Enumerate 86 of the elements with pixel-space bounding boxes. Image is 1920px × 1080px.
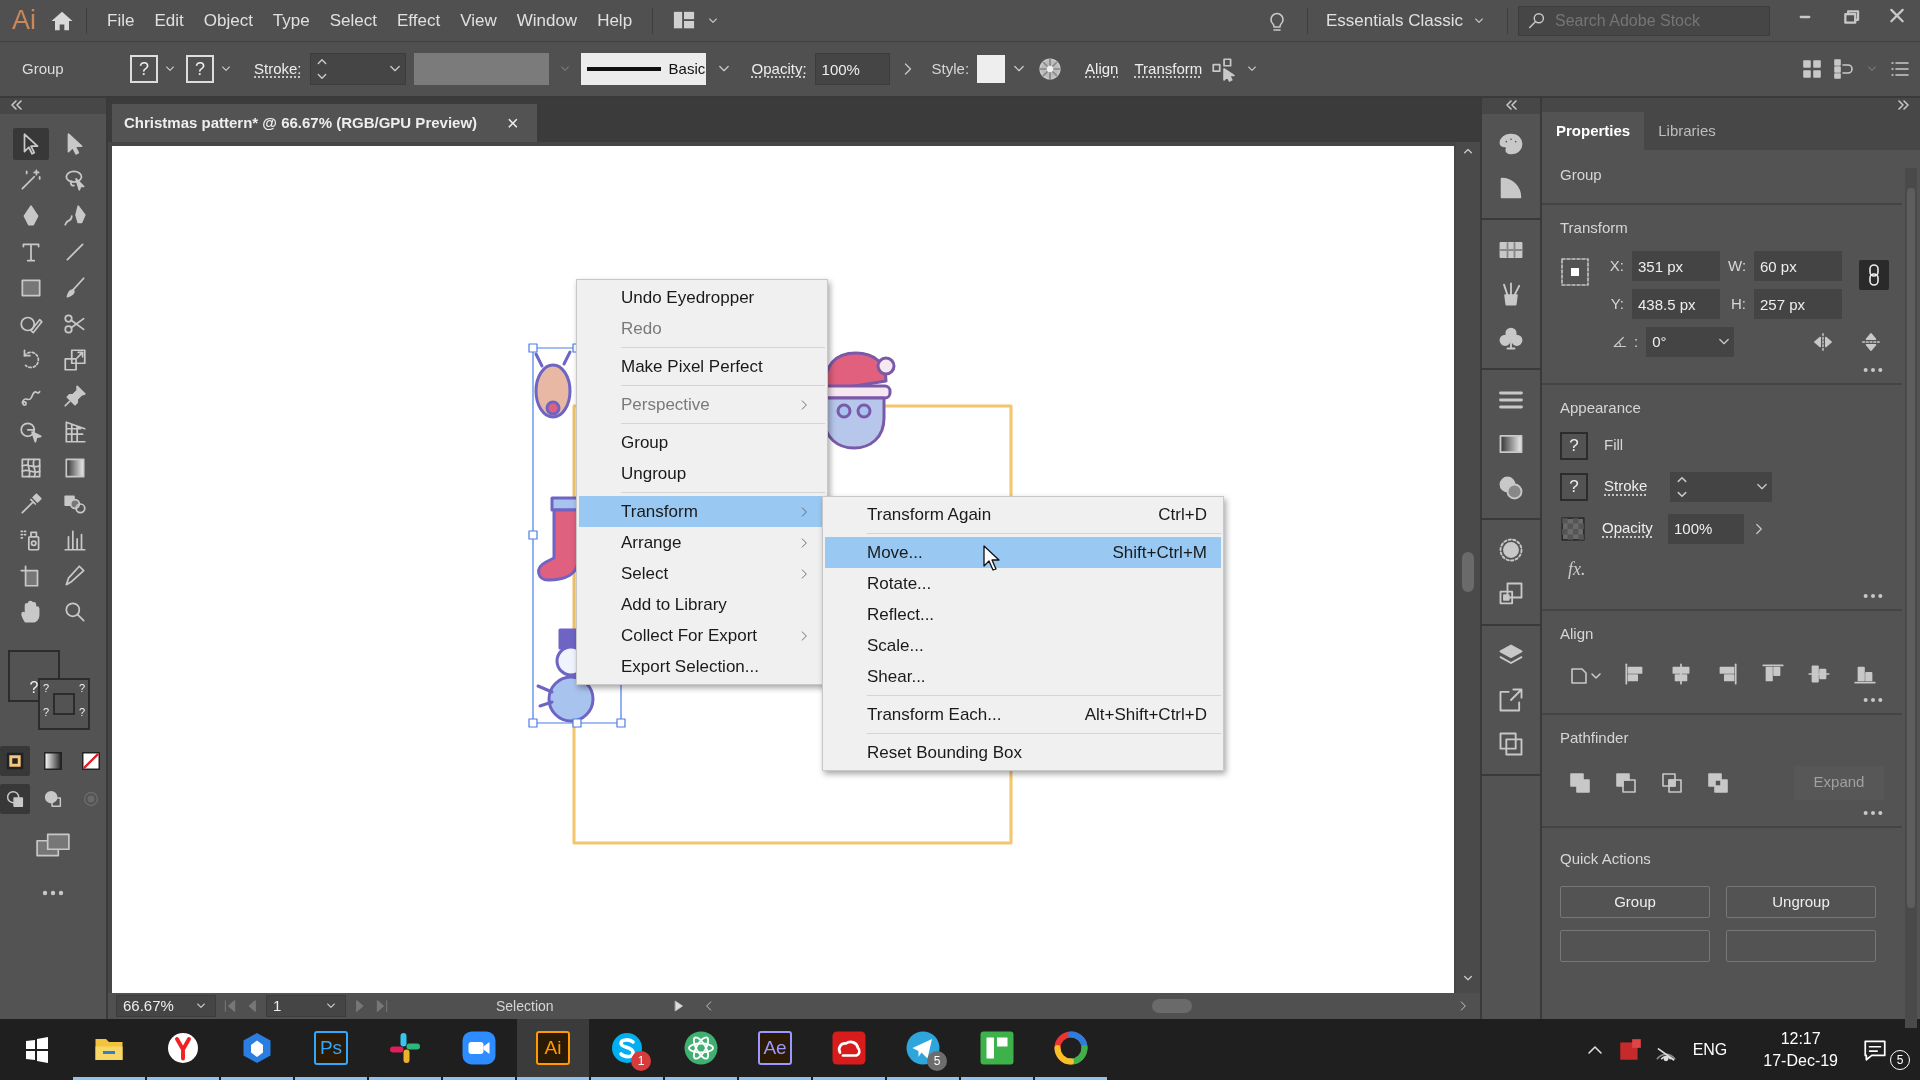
clock-time: 12:17 (1780, 1028, 1821, 1049)
field-label: H: (1730, 293, 1746, 314)
panel-link[interactable]: Opacity (1602, 517, 1652, 540)
menu-item[interactable]: Object (193, 7, 263, 34)
menu-item[interactable]: Type (262, 7, 320, 34)
panel-link[interactable]: Stroke (1604, 475, 1654, 498)
menu-item[interactable]: Arrange (579, 527, 825, 558)
opacity-label[interactable]: Opacity: (751, 57, 807, 81)
menu-item[interactable]: Add to Library (579, 589, 825, 620)
field-label: Y: (1609, 293, 1624, 314)
brush-definition-dropdown[interactable]: Basic (580, 53, 706, 85)
rotation-dropdown[interactable]: 0° (1646, 327, 1735, 357)
selection-type-label: Group (22, 58, 65, 79)
transform-field[interactable]: 257 px (1754, 289, 1842, 319)
app-logo: Ps (314, 1031, 348, 1065)
app-logo: Ae (758, 1031, 792, 1065)
menu-item[interactable]: Reset Bounding Box (825, 737, 1221, 768)
menu-item[interactable]: Shear... (825, 661, 1221, 692)
document-title: Christmas pattern* @ 66.67% (RGB/GPU Preview) (124, 112, 478, 133)
section-heading: Pathfinder (1560, 728, 1630, 748)
menu-item[interactable]: Scale... (825, 630, 1221, 661)
fill-stroke-widget[interactable]: ? ? ? ? ? (8, 650, 98, 736)
section-heading: Align (1560, 623, 1595, 644)
menu-item[interactable]: Group (579, 427, 825, 458)
transform-link[interactable]: Transform (1134, 57, 1203, 81)
input-language[interactable]: ENG (1692, 1037, 1728, 1062)
menu-item[interactable]: Edit (144, 7, 194, 34)
close-tab-button[interactable]: × (501, 107, 525, 139)
panel-tab[interactable]: Properties (1542, 112, 1645, 150)
swatch-button[interactable]: ? (1560, 431, 1588, 460)
menu-item[interactable]: Select (319, 7, 387, 34)
field-label: Fill (1604, 435, 1625, 456)
menu-item[interactable]: Effect (386, 7, 451, 34)
opacity-field[interactable]: 100% (1668, 513, 1744, 544)
taskbar-app-button[interactable]: Ps (295, 1019, 367, 1080)
zoom-field[interactable]: 66.67% (116, 995, 216, 1017)
app-logo: Ai (11, 4, 37, 38)
section-heading: Transform (1560, 217, 1629, 238)
menu-item[interactable]: Undo Eyedropper (579, 282, 825, 313)
selection-type-label: Group (1560, 165, 1603, 185)
style-label: Style: (931, 58, 970, 79)
app-logo: Ai (536, 1031, 570, 1065)
menu-item[interactable]: Collect For Export (579, 620, 825, 651)
swatch-button[interactable]: ? (1560, 472, 1588, 501)
opacity-field[interactable]: 100% (814, 53, 890, 85)
menu-item[interactable]: Window (506, 7, 588, 34)
effects-button[interactable]: fx. (1560, 555, 1594, 583)
menu-item[interactable]: File (97, 7, 145, 34)
notification-badge: 5 (1890, 1050, 1910, 1070)
clock-date: 17-Dec-19 (1763, 1050, 1838, 1071)
taskbar-app-button[interactable]: Ae (739, 1019, 811, 1080)
menu-item[interactable]: Make Pixel Perfect (579, 351, 825, 382)
menu-item[interactable]: Export Selection... (579, 651, 825, 682)
section-heading: Quick Actions (1560, 848, 1652, 869)
workspace-switcher[interactable]: Essentials Classic (1326, 7, 1487, 34)
field-label: X: (1608, 255, 1624, 276)
menu-item[interactable]: Transform Again Ctrl+D (825, 499, 1221, 530)
document-tab[interactable]: Christmas pattern* @ 66.67% (RGB/GPU Preview) × (112, 104, 537, 142)
transform-field[interactable]: 60 px (1754, 251, 1842, 281)
notification-badge: 5 (927, 1051, 947, 1071)
menu-item[interactable]: Rotate... (825, 568, 1221, 599)
field-label: W: (1728, 255, 1746, 276)
taskbar-app-button[interactable]: 5 (887, 1019, 959, 1080)
panel-tab[interactable]: Libraries (1644, 112, 1730, 150)
taskbar-app-button[interactable]: Ai (517, 1019, 589, 1080)
menu-item[interactable]: Transform (579, 496, 825, 527)
notification-badge: 1 (631, 1051, 651, 1071)
menu-item[interactable]: Ungroup (579, 458, 825, 489)
menu-item[interactable]: Transform Each... Alt+Shift+Ctrl+D (825, 699, 1221, 730)
transform-field[interactable]: 351 px (1632, 251, 1720, 281)
action-center-button[interactable]: 5 (1856, 1019, 1920, 1080)
quick-action-button[interactable]: Ungroup (1726, 886, 1876, 918)
angle-label: : (1634, 331, 1639, 352)
taskbar-app-button[interactable]: 1 (591, 1019, 663, 1080)
align-link[interactable]: Align (1085, 57, 1119, 81)
transform-field[interactable]: 438.5 px (1632, 289, 1720, 319)
artboard-number-field[interactable]: 1 (266, 995, 346, 1017)
current-tool-label: Selection (496, 996, 555, 1016)
menu-item[interactable]: View (450, 7, 507, 34)
section-heading: Appearance (1560, 398, 1642, 418)
menu-item[interactable]: Select (579, 558, 825, 589)
quick-action-button[interactable]: Group (1560, 886, 1710, 918)
menu-item[interactable]: Reflect... (825, 599, 1221, 630)
menu-item[interactable]: Help (587, 7, 643, 34)
stroke-label[interactable]: Stroke: (254, 57, 302, 81)
menu-item[interactable]: Move... Shift+Ctrl+M (825, 537, 1221, 568)
